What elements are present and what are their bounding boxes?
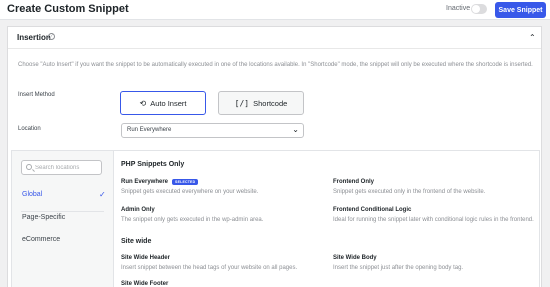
option-title: Frontend Only [333,179,374,185]
selected-badge: SELECTED [172,179,199,185]
location-nav-page-specific[interactable]: Page-Specific [12,212,113,226]
save-button[interactable]: Save Snippet [495,2,546,18]
active-toggle[interactable] [471,4,487,14]
location-search-input[interactable] [35,163,99,173]
insertion-title: Insertion [17,33,51,42]
option-description: Snippet gets executed only in the fronte… [333,189,486,195]
help-icon[interactable]: ? [48,33,55,40]
scrollbar[interactable] [542,149,550,287]
option-title: Site Wide Header [121,255,170,261]
option-description: Insert snippet between the head tags of … [121,265,298,271]
option-description: Ideal for running the snippet later with… [333,217,534,223]
insert-method-label: Insert Method [18,92,55,98]
refresh-icon: ⟲ [139,98,147,108]
auto-insert-label: Auto Insert [150,98,187,108]
group-title-site-wide: Site wide [121,238,152,245]
top-bar: Create Custom Snippet Inactive Save Snip… [0,0,550,20]
location-picker: Global ✓ Page-Specific eCommerce PHP Sni… [11,150,540,287]
option-frontend-conditional-logic[interactable]: Frontend Conditional Logic Ideal for run… [333,207,538,223]
option-site-wide-body[interactable]: Site Wide Body Insert the snippet just a… [333,255,538,271]
location-select-value: Run Everywhere [127,127,172,133]
option-title-text: Run Everywhere [121,179,169,185]
location-label: Location [18,126,41,132]
option-description: Insert the snippet just after the openin… [333,265,464,271]
location-nav-label: Page-Specific [22,214,66,221]
option-site-wide-header[interactable]: Site Wide Header Insert snippet between … [121,255,326,271]
insertion-panel: Insertion ? ⌃ Choose "Auto Insert" if yo… [7,26,542,287]
option-title: Site Wide Footer [121,281,169,287]
page-title: Create Custom Snippet [7,3,129,15]
option-run-everywhere[interactable]: Run Everywhere SELECTED Snippet gets exe… [121,179,326,195]
chevron-down-icon: ⌄ [292,125,299,134]
location-nav-ecommerce[interactable]: eCommerce [12,234,113,248]
option-title: Run Everywhere SELECTED [121,179,326,185]
location-select[interactable]: Run Everywhere ⌄ [121,123,304,138]
status-label: Inactive [446,5,471,12]
option-description: Snippet gets executed everywhere on your… [121,189,259,195]
option-site-wide-footer[interactable]: Site Wide Footer [121,281,326,287]
shortcode-label: Shortcode [253,98,288,108]
location-nav-global[interactable]: Global ✓ [12,189,113,203]
toggle-knob [472,5,480,13]
location-nav-label: eCommerce [22,236,61,243]
shortcode-button[interactable]: [/] Shortcode [218,91,304,115]
location-sidebar: Global ✓ Page-Specific eCommerce [12,151,114,287]
check-icon: ✓ [99,190,106,199]
option-title: Admin Only [121,207,155,213]
search-icon [26,164,32,170]
group-title-php: PHP Snippets Only [121,161,185,168]
shortcode-icon: [/] [234,98,250,108]
option-title: Frontend Conditional Logic [333,207,412,213]
insertion-description: Choose "Auto Insert" if you want the sni… [18,62,533,68]
option-admin-only[interactable]: Admin Only The snippet only gets execute… [121,207,326,223]
chevron-up-icon[interactable]: ⌃ [529,33,536,42]
location-nav-label: Global [22,191,43,198]
auto-insert-button[interactable]: ⟲ Auto Insert [120,91,206,115]
option-description: The snippet only gets executed in the wp… [121,217,264,223]
location-options: PHP Snippets Only Run Everywhere SELECTE… [114,151,539,287]
option-title: Site Wide Body [333,255,377,261]
option-frontend-only[interactable]: Frontend Only Snippet gets executed only… [333,179,538,195]
location-search[interactable] [21,160,102,175]
insertion-panel-header[interactable]: Insertion ? ⌃ [8,27,541,49]
